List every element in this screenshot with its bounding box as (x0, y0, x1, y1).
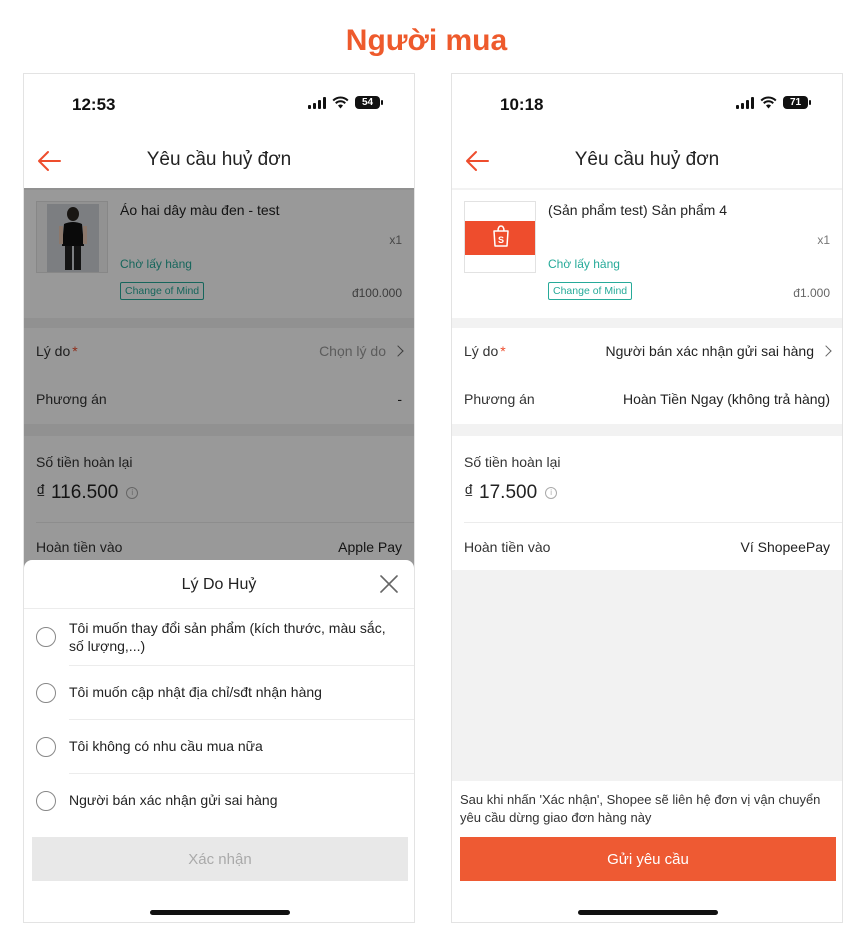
page-title: Yêu cầu huỷ đơn (574, 149, 720, 170)
submit-request-button[interactable]: Gửi yêu cầu (460, 837, 836, 881)
svg-text:S: S (498, 235, 504, 245)
reason-row[interactable]: Lý do * Người bán xác nhận gửi sai hàng (452, 328, 842, 376)
modal-backdrop[interactable] (24, 188, 414, 588)
radio-button[interactable] (36, 627, 56, 647)
solution-row: Phương án Hoàn Tiền Ngay (không trả hàng… (452, 376, 842, 424)
battery-icon: 71 (783, 96, 811, 109)
bottom-bar: Sau khi nhấn 'Xác nhận', Shopee sẽ liên … (452, 781, 842, 922)
battery-icon: 54 (355, 96, 383, 109)
chevron-right-icon (820, 345, 832, 357)
solution-label: Phương án (464, 391, 535, 407)
order-status: Chờ lấy hàng (548, 257, 620, 271)
radio-button[interactable] (36, 791, 56, 811)
product-image: S (464, 201, 536, 273)
product-qty: x1 (817, 233, 830, 247)
header: Yêu cầu huỷ đơn (452, 136, 842, 188)
home-indicator (150, 910, 290, 915)
home-indicator (578, 910, 718, 915)
option-label: Tôi muốn thay đổi sản phẩm (kích thước, … (69, 620, 386, 654)
solution-value: Hoàn Tiền Ngay (không trả hàng) (622, 391, 830, 407)
reason-option[interactable]: Tôi muốn cập nhật địa chỉ/sđt nhận hàng (24, 666, 414, 720)
refund-into-value: Ví ShopeePay (740, 539, 830, 555)
phone-left: 12:53 54 Yêu cầu huỷ đơn Áo hai dây màu … (23, 73, 415, 923)
status-badge: Change of Mind (548, 282, 633, 300)
required-mark: * (500, 343, 506, 359)
option-label: Người bán xác nhận gửi sai hàng (69, 792, 278, 808)
wifi-icon (332, 96, 349, 109)
cancel-reason-sheet: Lý Do Huỷ Tôi muốn thay đổi sản phẩm (kí… (24, 560, 414, 922)
signal-icon (736, 96, 754, 109)
header: Yêu cầu huỷ đơn (24, 136, 414, 188)
refund-section: Số tiền hoàn lại ₫ 17.500 i Hoàn tiền vào… (452, 436, 842, 570)
refund-amount: ₫ 17.500 (464, 482, 538, 503)
page-title: Yêu cầu huỷ đơn (146, 149, 292, 170)
wifi-icon (760, 96, 777, 109)
info-icon[interactable]: i (545, 487, 558, 499)
status-time: 10:18 (500, 95, 544, 114)
reason-label: Lý do (464, 343, 499, 359)
refund-label: Số tiền hoàn lại (464, 454, 561, 470)
reason-option[interactable]: Tôi không có nhu cầu mua nữa (24, 720, 414, 774)
reason-option[interactable]: Người bán xác nhận gửi sai hàng (24, 774, 414, 828)
signal-icon (308, 96, 326, 109)
close-icon[interactable] (378, 573, 400, 595)
product-card: S (Sản phẩm test) Sản phẩm 4 x1 Chờ lấy … (452, 190, 842, 318)
product-price: đ1.000 (793, 286, 830, 300)
status-bar: 10:18 71 (452, 74, 842, 136)
phone-right: 10:18 71 Yêu cầu huỷ đơn S (Sản phẩm tes… (451, 73, 843, 923)
confirmation-note: Sau khi nhấn 'Xác nhận', Shopee sẽ liên … (460, 792, 821, 825)
product-name: (Sản phẩm test) Sản phẩm 4 (548, 202, 727, 218)
option-label: Tôi không có nhu cầu mua nữa (69, 738, 263, 754)
option-label: Tôi muốn cập nhật địa chỉ/sđt nhận hàng (69, 684, 322, 700)
reason-value: Người bán xác nhận gửi sai hàng (605, 343, 815, 359)
radio-button[interactable] (36, 737, 56, 757)
sheet-title: Lý Do Huỷ (181, 576, 257, 593)
page-heading: Người mua (345, 24, 508, 57)
radio-button[interactable] (36, 683, 56, 703)
confirm-button[interactable]: Xác nhận (32, 837, 408, 881)
status-time: 12:53 (72, 95, 116, 114)
reason-option[interactable]: Tôi muốn thay đổi sản phẩm (kích thước, … (24, 608, 414, 666)
refund-into-label: Hoàn tiền vào (464, 539, 551, 555)
status-bar: 12:53 54 (24, 74, 414, 136)
